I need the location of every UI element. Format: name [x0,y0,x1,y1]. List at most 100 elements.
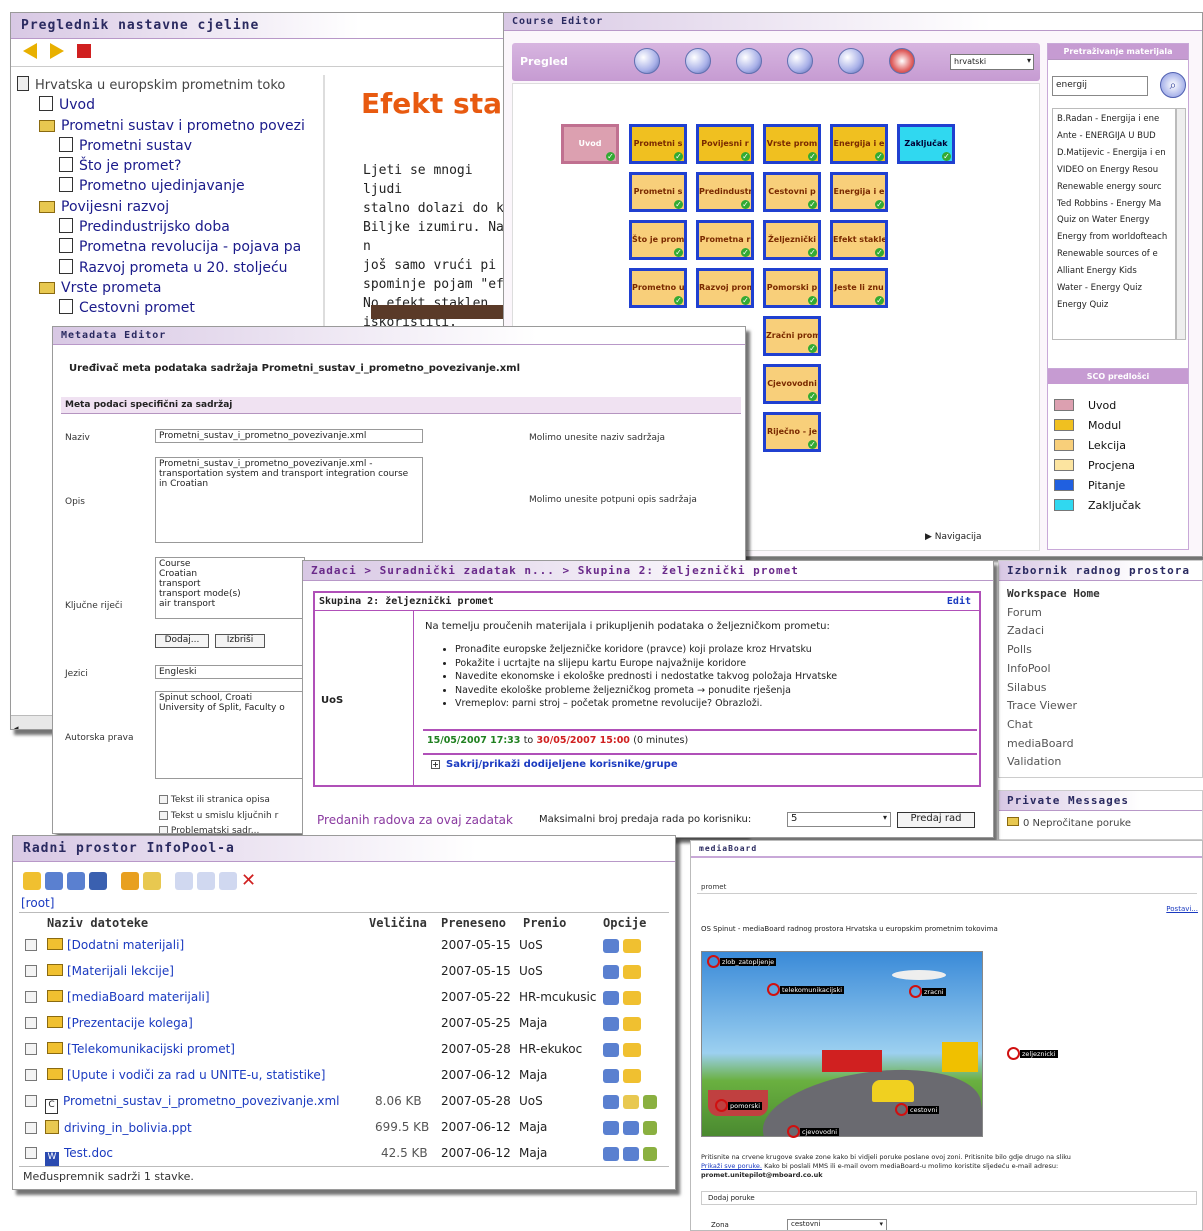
info-icon[interactable] [623,1146,639,1161]
table-row[interactable]: [Telekomunikacijski promet] 2007-05-28 HR-… [25,1042,665,1057]
options-icons[interactable] [603,1094,661,1109]
edit-icon[interactable] [603,1068,619,1083]
download-icon[interactable] [643,1146,657,1161]
table-row[interactable]: [Dodatni materijali] 2007-05-15 UoS [25,938,665,953]
col-opcije[interactable]: Opcije [603,916,646,930]
tree-item[interactable]: Prometni sustav [17,136,317,156]
sco-block[interactable]: Uvod [561,124,619,164]
result-item[interactable]: D.Matijevic - Energija i en [1057,145,1171,162]
row-checkbox[interactable] [25,1017,37,1029]
edit-icon[interactable] [603,964,619,979]
legend-item[interactable]: Uvod [1054,396,1188,416]
edit-icon[interactable] [603,1146,619,1161]
checkbox[interactable] [159,826,168,833]
download-icon[interactable] [643,1120,657,1135]
search-results-scrollbar[interactable] [1176,108,1186,340]
naziv-field[interactable]: Prometni_sustav_i_prometno_povezivanje.x… [155,429,423,443]
col-velicina[interactable]: Veličina [369,916,427,930]
sco-block[interactable]: Energija i e [830,172,888,212]
edit-icon[interactable] [603,1120,619,1135]
cut-icon[interactable] [175,871,193,890]
izbrisi-button[interactable]: Izbriši [215,634,265,648]
tab-pregled[interactable]: Pregled [520,55,568,68]
sco-block[interactable]: Povijesni r [696,124,754,164]
tree-item[interactable]: Razvoj prometa u 20. stoljeću [17,258,317,278]
tree-item[interactable]: Cestovni promet [17,298,317,318]
edit-icon[interactable] [603,1016,619,1031]
edit-icon[interactable] [603,1094,619,1109]
table-row[interactable]: C Prometni_sustav_i_prometno_povezivanje.… [25,1094,665,1114]
options-icons[interactable] [603,1068,645,1083]
kljucne-list[interactable]: Course Croatian transport transport mode… [155,557,305,619]
result-item[interactable]: Renewable sources of e [1057,246,1171,263]
tree-item[interactable]: Prometno ujedinjavanje [17,176,317,196]
menu-polls[interactable]: Polls [1007,641,1194,660]
search-input[interactable]: energij [1052,76,1148,96]
options-icons[interactable] [603,964,645,979]
folder-move-icon[interactable] [623,964,641,979]
col-prenio[interactable]: Prenio [523,916,566,930]
hotspot[interactable]: zeljeznicki [1007,1047,1058,1060]
table-row[interactable]: W Test.doc 42.5 KB 2007-06-12 Maja [25,1146,665,1166]
options-icons[interactable] [603,1042,645,1057]
sco-block[interactable]: Zaključak [897,124,955,164]
result-item[interactable]: Ante - ENERGIJA U BUD [1057,128,1171,145]
hotspot[interactable]: telekomunikacijski [767,983,845,996]
row-checkbox[interactable] [25,1043,37,1055]
hotspot[interactable]: pomorski [715,1099,763,1112]
options-icons[interactable] [603,990,645,1005]
menu-workspace-home[interactable]: Workspace Home [1007,585,1194,604]
table-row[interactable]: [Upute i vodiči za rad u UNITE-u, statis… [25,1068,665,1083]
row-checkbox[interactable] [25,1147,37,1159]
edit-icon[interactable] [603,990,619,1005]
tree-item[interactable]: Predindustrijsko doba [17,217,317,237]
legend-item[interactable]: Procjena [1054,456,1188,476]
copy-icon[interactable] [197,871,215,890]
delete-icon[interactable]: ✕ [241,870,256,891]
sco-block[interactable]: Efekt stakle [830,220,888,260]
result-item[interactable]: Water - Energy Quiz [1057,280,1171,297]
result-item[interactable]: Energy from worldofteach [1057,229,1171,246]
checkbox[interactable] [159,811,168,820]
table-row[interactable]: driving_in_bolivia.ppt 699.5 KB 2007-06-12… [25,1120,665,1135]
options-icons[interactable] [603,1146,661,1161]
sco-block[interactable]: Cjevovodni [763,364,821,404]
row-checkbox[interactable] [25,1122,37,1134]
sco-block[interactable]: Jeste li znu [830,268,888,308]
delete-icon[interactable] [889,48,915,74]
hotspot[interactable]: zlob_zatopljenje [707,955,777,968]
menu-validation[interactable]: Validation [1007,753,1194,772]
table-row[interactable]: [Prezentacije kolega] 2007-05-25 Maja [25,1016,665,1031]
sco-block[interactable]: Željeznički [763,220,821,260]
row-checkbox[interactable] [25,1069,37,1081]
import-icon[interactable] [634,48,660,74]
checkbox[interactable] [159,795,168,804]
row-checkbox[interactable] [25,965,37,977]
result-item[interactable]: Ted Robbins - Energy Ma [1057,196,1171,213]
result-item[interactable]: Alliant Energy Kids [1057,263,1171,280]
checkbox-row[interactable]: Tekst ili stranica opisa [159,795,270,805]
result-item[interactable]: VIDEO on Energy Resou [1057,162,1171,179]
submit-button[interactable]: Predaj rad [897,812,975,828]
sco-block[interactable]: Prometni s [629,172,687,212]
search-icon[interactable]: ⌕ [1160,72,1186,98]
jezici-field[interactable]: Engleski [155,665,305,679]
toggle-assigned[interactable]: + Sakrij/prikaži dodijeljene korisnike/gr… [431,759,678,770]
hotspot[interactable]: cestovni [895,1103,940,1116]
save-icon[interactable] [89,871,107,890]
menu-mediaboard[interactable]: mediaBoard [1007,735,1194,754]
row-checkbox[interactable] [25,1095,37,1107]
info-icon[interactable] [623,1120,639,1135]
folder-move-icon[interactable] [623,1042,641,1057]
options-icons[interactable] [603,1120,661,1135]
tree-item[interactable]: Prometna revolucija - pojava pa [17,237,317,257]
folder-move-icon[interactable] [623,1016,641,1031]
legend-item[interactable]: Lekcija [1054,436,1188,456]
back-arrow-icon[interactable] [23,43,37,59]
folder-move-icon[interactable] [623,938,641,953]
document-icon[interactable] [685,48,711,74]
options-icons[interactable] [603,1016,645,1031]
mediaboard-tab[interactable]: promet [701,883,726,891]
row-checkbox[interactable] [25,939,37,951]
favorite-icon[interactable] [121,871,139,890]
